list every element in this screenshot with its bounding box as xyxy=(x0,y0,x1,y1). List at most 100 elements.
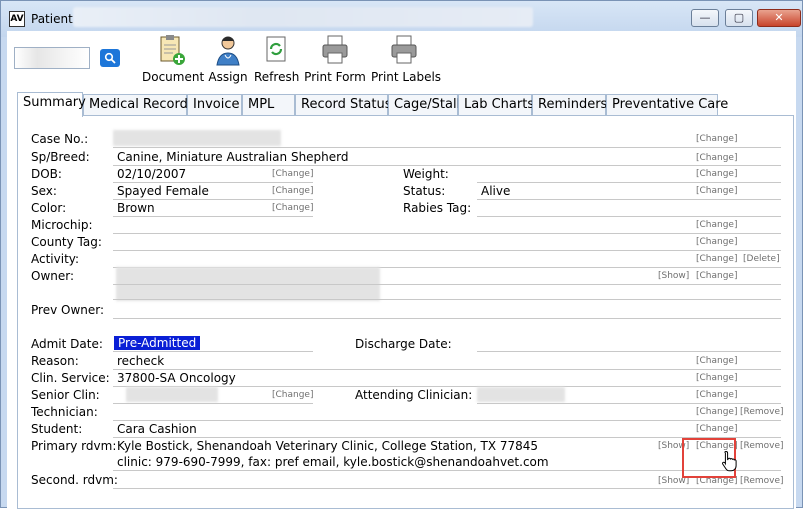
refresh-button[interactable]: Refresh xyxy=(254,33,300,87)
close-button[interactable]: ✕ xyxy=(757,9,801,27)
owner-label: Owner: xyxy=(31,269,75,283)
clin-service-label: Clin. Service: xyxy=(31,371,110,385)
county-tag-label: County Tag: xyxy=(31,235,102,249)
sex-label: Sex: xyxy=(31,184,57,198)
senior-clin-value xyxy=(126,387,218,402)
sex-value: Spayed Female xyxy=(117,184,209,198)
refresh-label: Refresh xyxy=(254,70,300,84)
sp-breed-label: Sp/Breed: xyxy=(31,150,90,164)
divider xyxy=(113,147,781,148)
sex-change-link[interactable]: [Change] xyxy=(272,186,313,196)
weight-label: Weight: xyxy=(403,167,449,181)
printer-icon xyxy=(391,35,417,64)
attending-clinician-value xyxy=(477,387,565,402)
tab-cage-stall[interactable]: Cage/Stall xyxy=(388,94,460,116)
tab-lab-charts[interactable]: Lab Charts xyxy=(458,94,534,116)
divider xyxy=(477,403,781,404)
print-form-button[interactable]: Print Form xyxy=(304,33,366,87)
color-value: Brown xyxy=(117,201,155,215)
status-label: Status: xyxy=(403,184,446,198)
activity-label: Activity: xyxy=(31,252,80,266)
status-change-link[interactable]: [Change] xyxy=(696,186,737,196)
refresh-icon xyxy=(266,36,286,62)
tab-reminders[interactable]: Reminders xyxy=(532,94,607,116)
reason-change-link[interactable]: [Change] xyxy=(696,356,737,366)
primary-rdvm-remove-link[interactable]: [Remove] xyxy=(740,441,784,451)
weight-change-link[interactable]: [Change] xyxy=(696,169,737,179)
activity-delete-link[interactable]: [Delete] xyxy=(743,254,780,264)
clin-service-change-link[interactable]: [Change] xyxy=(696,373,737,383)
activity-change-link[interactable]: [Change] xyxy=(696,254,737,264)
discharge-date-label: Discharge Date: xyxy=(355,337,452,351)
student-label: Student: xyxy=(31,422,83,436)
document-button[interactable]: Document xyxy=(142,33,204,87)
tab-summary[interactable]: Summary xyxy=(17,92,86,117)
divider xyxy=(113,233,781,234)
patient-search-input[interactable] xyxy=(14,47,90,69)
divider xyxy=(113,299,781,300)
status-value: Alive xyxy=(481,184,511,198)
second-rdvm-remove-link[interactable]: [Remove] xyxy=(740,476,784,486)
senior-clin-change-link[interactable]: [Change] xyxy=(272,390,313,400)
case-no-value xyxy=(113,130,281,146)
print-form-label: Print Form xyxy=(304,70,366,84)
divider xyxy=(113,437,781,438)
patient-window: AV Patient - — ▢ ✕ Document Assign Refre… xyxy=(0,0,803,509)
divider xyxy=(113,165,781,166)
divider xyxy=(477,216,781,217)
divider xyxy=(113,403,313,404)
attending-change-link[interactable]: [Change] xyxy=(696,390,737,400)
minimize-button[interactable]: — xyxy=(691,9,719,27)
student-change-link[interactable]: [Change] xyxy=(696,424,737,434)
student-value: Cara Cashion xyxy=(117,422,197,436)
app-icon: AV xyxy=(9,11,25,27)
attending-clinician-label: Attending Clinician: xyxy=(355,388,473,402)
document-add-icon xyxy=(160,35,185,65)
printer-icon xyxy=(322,35,348,64)
owner-show-link[interactable]: [Show] xyxy=(658,271,689,281)
owner-change-link[interactable]: [Change] xyxy=(696,271,737,281)
divider xyxy=(113,420,781,421)
microchip-change-link[interactable]: [Change] xyxy=(696,220,737,230)
search-button[interactable] xyxy=(100,49,120,67)
dob-change-link[interactable]: [Change] xyxy=(272,169,313,179)
dob-value: 02/10/2007 xyxy=(117,167,187,181)
tab-record-status[interactable]: Record Status xyxy=(295,94,391,116)
technician-change-link[interactable]: [Change] xyxy=(696,407,737,417)
divider xyxy=(113,470,781,471)
clinician-icon xyxy=(216,36,240,66)
divider xyxy=(113,369,781,370)
microchip-label: Microchip: xyxy=(31,218,93,232)
divider xyxy=(477,199,781,200)
tab-medical-record[interactable]: Medical Record xyxy=(83,94,188,116)
print-labels-label: Print Labels xyxy=(371,70,442,84)
case-no-label: Case No.: xyxy=(31,132,89,146)
admit-date-value: Pre-Admitted xyxy=(114,336,201,350)
sp-breed-change-link[interactable]: [Change] xyxy=(696,153,737,163)
primary-rdvm-label: Primary rdvm: xyxy=(31,439,117,453)
color-change-link[interactable]: [Change] xyxy=(272,203,313,213)
magnifier-icon xyxy=(104,52,116,64)
reason-label: Reason: xyxy=(31,354,79,368)
tab-invoice[interactable]: Invoice xyxy=(187,94,242,116)
divider xyxy=(113,216,313,217)
redacted-patient-name xyxy=(73,7,533,27)
divider xyxy=(113,182,313,183)
admit-date-label: Admit Date: xyxy=(31,337,103,351)
print-labels-button[interactable]: Print Labels xyxy=(371,33,442,87)
case-no-change-link[interactable]: [Change] xyxy=(696,134,737,144)
divider xyxy=(113,250,781,251)
rabies-tag-label: Rabies Tag: xyxy=(403,201,472,215)
tab-mpl[interactable]: MPL xyxy=(242,94,295,116)
sp-breed-value: Canine, Miniature Australian Shepherd xyxy=(117,150,349,164)
county-tag-change-link[interactable]: [Change] xyxy=(696,237,737,247)
second-rdvm-label: Second. rdvm: xyxy=(31,473,118,487)
divider xyxy=(477,182,781,183)
divider xyxy=(113,488,781,489)
senior-clin-label: Senior Clin: xyxy=(31,388,100,402)
assign-label: Assign xyxy=(208,70,248,84)
maximize-button[interactable]: ▢ xyxy=(725,9,753,27)
assign-button[interactable]: Assign xyxy=(208,33,248,87)
technician-remove-link[interactable]: [Remove] xyxy=(740,407,784,417)
tab-preventative-care[interactable]: Preventative Care xyxy=(606,94,728,116)
